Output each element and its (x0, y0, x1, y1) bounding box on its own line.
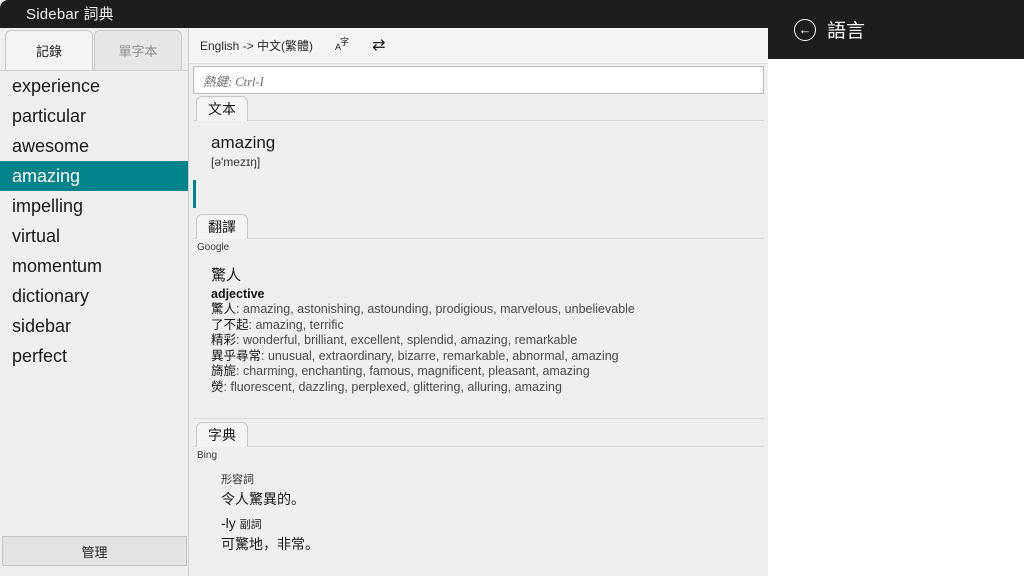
language-pair-label[interactable]: English -> 中文(繁體) (200, 37, 313, 54)
sidebar-panel: 記錄 單字本 experience particular awesome ama… (0, 28, 189, 576)
part-of-speech: adjective (211, 287, 265, 301)
translation-source-label: Google (197, 242, 230, 253)
list-item[interactable]: momentum (0, 251, 188, 281)
list-item[interactable]: virtual (0, 221, 188, 251)
section-text: 文本 amazing [ə'mezɪŋ] (193, 96, 764, 214)
translation-row: 異乎尋常: unusual, extraordinary, bizarre, r… (211, 348, 619, 363)
window-title: Sidebar 詞典 (26, 6, 114, 23)
translation-glosses: amazing, terrific (255, 317, 344, 332)
main-content-panel: English -> 中文(繁體) A字 ⇄ 熱鍵: Ctrl-I 文本 ama… (189, 28, 768, 576)
manage-button-label: 管理 (81, 544, 108, 560)
word-label: dictionary (12, 286, 90, 306)
section-translation-tabrow: 翻譯 (193, 214, 764, 239)
font-size-icon[interactable]: A字 (335, 37, 349, 52)
list-item[interactable]: awesome (0, 131, 188, 161)
section-dictionary: 字典 Bing 形容詞 令人驚異的。 -ly 副詞 可驚地，非常。 (193, 422, 764, 572)
translation-term: 熒 (211, 379, 224, 394)
tab-dictionary-label: 字典 (208, 427, 236, 443)
section-text-body: amazing [ə'mezɪŋ] (193, 121, 764, 175)
word-label: awesome (12, 136, 90, 156)
translation-row: 驚人: amazing, astonishing, astounding, pr… (211, 302, 635, 316)
list-item[interactable]: perfect (0, 341, 188, 371)
translation-glosses: wonderful, brilliant, excellent, splendi… (242, 333, 578, 347)
dictionary-sub-definition: 可驚地，非常。 (221, 536, 319, 552)
word-label: virtual (12, 226, 61, 246)
screen: Sidebar 詞典 記錄 單字本 experience particular … (0, 0, 1024, 576)
tab-wordbook-label: 單字本 (118, 44, 158, 59)
translation-row: 了不起: amazing, terrific (211, 317, 344, 332)
section-translation: 翻譯 Google 驚人 adjective 驚人: amazing, asto… (193, 214, 764, 419)
translation-term: 異乎尋常 (211, 348, 262, 363)
list-item[interactable]: impelling (0, 191, 188, 221)
translation-glosses: unusual, extraordinary, bizarre, remarka… (267, 348, 619, 363)
dictionary-source-label: Bing (197, 450, 218, 461)
tab-dictionary[interactable]: 字典 (196, 422, 248, 447)
tab-history-label: 記錄 (35, 44, 62, 59)
tab-history[interactable]: 記錄 (5, 30, 93, 70)
sidebar-tabs: 記錄 單字本 (0, 30, 189, 70)
translation-glosses: charming, enchanting, famous, magnificen… (242, 364, 590, 378)
search-placeholder: 熱鍵: Ctrl-I (203, 74, 264, 89)
translation-term: 精彩 (211, 333, 237, 347)
selection-marker (193, 180, 196, 208)
section-dictionary-tabrow: 字典 (193, 422, 764, 447)
title-bar: Sidebar 詞典 (0, 0, 768, 28)
word-history-list[interactable]: experience particular awesome amazing im… (0, 70, 188, 528)
font-icon-char: 字 (340, 37, 349, 47)
phonetic-transcription: [ə'mezɪŋ] (211, 155, 261, 169)
headword: amazing (211, 133, 276, 152)
list-item[interactable]: sidebar (0, 311, 188, 341)
swap-languages-icon[interactable]: ⇄ (372, 37, 385, 54)
list-item[interactable]: particular (0, 101, 188, 131)
list-item-selected[interactable]: amazing (0, 161, 188, 191)
manage-button[interactable]: 管理 (2, 536, 187, 566)
dictionary-sub-pos: 副詞 (239, 519, 262, 531)
dictionary-definition: 令人驚異的。 (221, 491, 305, 507)
word-label: impelling (12, 196, 84, 216)
dictionary-subentry: -ly 副詞 (221, 515, 764, 532)
translation-row: 精彩: wonderful, brilliant, excellent, spl… (211, 333, 578, 347)
section-translation-body: 驚人 adjective 驚人: amazing, astonishing, a… (193, 253, 764, 401)
manage-button-container: 管理 (0, 536, 188, 568)
translation-glosses: fluorescent, dazzling, perplexed, glitte… (230, 379, 562, 394)
search-input[interactable]: 熱鍵: Ctrl-I (193, 66, 764, 94)
word-label: experience (12, 76, 101, 96)
tab-wordbook[interactable]: 單字本 (94, 30, 182, 70)
translation-glosses: amazing, astonishing, astounding, prodig… (242, 302, 635, 316)
tab-text[interactable]: 文本 (196, 96, 248, 121)
tab-text-label: 文本 (208, 101, 236, 117)
settings-title: 語言 (827, 21, 866, 42)
dictionary-app-window: Sidebar 詞典 記錄 單字本 experience particular … (0, 0, 768, 576)
word-label: amazing (12, 166, 81, 186)
translation-row: 旖旎: charming, enchanting, famous, magnif… (211, 364, 590, 378)
list-item[interactable]: experience (0, 71, 188, 101)
word-label: perfect (12, 346, 68, 366)
tab-translation-label: 翻譯 (208, 219, 236, 235)
section-text-tabrow: 文本 (193, 96, 764, 121)
back-arrow-icon[interactable]: ← (794, 18, 816, 41)
settings-header: ← 語言 (768, 0, 1024, 59)
word-label: momentum (12, 256, 103, 276)
dictionary-suffix: -ly (221, 515, 236, 531)
word-label: particular (12, 106, 87, 126)
word-label: sidebar (12, 316, 72, 336)
translation-term: 驚人 (211, 302, 237, 316)
section-dictionary-body: 形容詞 令人驚異的。 -ly 副詞 可驚地，非常。 (193, 461, 764, 554)
dictionary-pos: 形容詞 (221, 474, 254, 486)
content-toolbar: English -> 中文(繁體) A字 ⇄ (189, 28, 768, 64)
settings-panel: ← 語言 原始語言 English ⌄ 翻譯為 English Spanish … (768, 0, 1024, 576)
translation-row: 熒: fluorescent, dazzling, perplexed, gli… (211, 379, 562, 394)
translated-word: 驚人 (211, 267, 242, 284)
translation-term: 旖旎 (211, 364, 237, 378)
tab-translation[interactable]: 翻譯 (196, 214, 248, 239)
list-item[interactable]: dictionary (0, 281, 188, 311)
translation-term: 了不起 (211, 317, 249, 332)
